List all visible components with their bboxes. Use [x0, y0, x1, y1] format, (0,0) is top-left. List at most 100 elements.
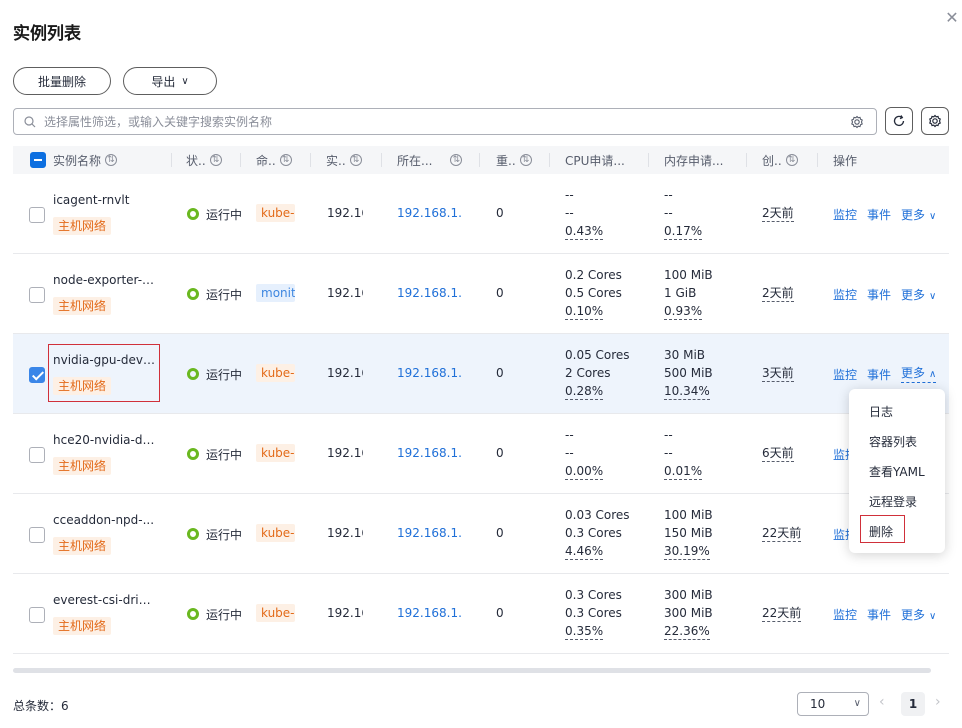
col-namespace[interactable]: 命.. ⇅ — [256, 146, 292, 174]
col-restarts[interactable]: 重.. ⇅ — [496, 146, 532, 174]
status-text: 运行中 — [206, 368, 243, 382]
memory-limit: -- — [664, 446, 673, 460]
col-cpu[interactable]: CPU申请... — [565, 146, 625, 174]
status-running-icon — [187, 608, 199, 620]
col-status[interactable]: 状.. ⇅ — [186, 146, 222, 174]
menu-item-view-yaml[interactable]: 查看YAML — [869, 463, 925, 480]
memory-usage: 0.17% — [664, 224, 703, 240]
menu-item-containers[interactable]: 容器列表 — [869, 433, 917, 450]
col-node[interactable]: 所在... ⇅ — [397, 146, 463, 174]
close-icon[interactable]: ✕ — [944, 10, 960, 26]
col-name[interactable]: 实例名称 ⇅ — [53, 146, 118, 174]
sort-icon[interactable]: ⇅ — [785, 154, 798, 166]
instance-name: nvidia-gpu-devic... — [53, 353, 155, 367]
gear-icon[interactable] — [850, 115, 864, 129]
row-checkbox[interactable] — [29, 447, 45, 463]
cpu-request: 0.2 Cores — [565, 268, 622, 282]
menu-item-delete[interactable]: 删除 — [869, 523, 893, 540]
event-link[interactable]: 事件 — [867, 286, 891, 303]
cpu-limit: 0.3 Cores — [565, 606, 622, 620]
col-ip[interactable]: 实.. ⇅ — [326, 146, 362, 174]
namespace-tag: kube-system — [256, 524, 295, 542]
memory-request: 100 MiB — [664, 268, 713, 282]
more-link[interactable]: 更多 ∨ — [901, 286, 936, 303]
chevron-down-icon: ∨ — [929, 611, 937, 622]
restart-count: 0 — [496, 446, 504, 460]
restart-count: 0 — [496, 206, 504, 220]
horizontal-scrollbar[interactable] — [13, 668, 931, 673]
batch-delete-button[interactable]: 批量删除 — [13, 67, 111, 95]
instance-ip: 192.168.1.19 — [327, 446, 363, 460]
monitor-link[interactable]: 监控 — [833, 286, 857, 303]
restart-count: 0 — [496, 526, 504, 540]
node-link[interactable]: 192.168.1.19 — [397, 606, 463, 620]
more-link[interactable]: 更多 ∨ — [901, 206, 936, 223]
col-created[interactable]: 创.. ⇅ — [762, 146, 798, 174]
export-label: 导出 — [151, 74, 176, 89]
menu-item-remote-login[interactable]: 远程登录 — [869, 493, 917, 510]
node-link[interactable]: 192.168.1.19 — [397, 286, 463, 300]
table-header: 实例名称 ⇅ 状.. ⇅ 命.. ⇅ 实.. ⇅ 所在... ⇅ 重.. ⇅ CPU申请..… — [13, 146, 949, 174]
monitor-link[interactable]: 监控 — [833, 206, 857, 223]
prev-page-icon[interactable]: ‹ — [879, 694, 885, 710]
sort-icon[interactable]: ⇅ — [349, 154, 362, 166]
cpu-usage: 0.28% — [565, 384, 604, 400]
settings-button[interactable] — [921, 107, 949, 135]
node-link[interactable]: 192.168.1.19 — [397, 366, 463, 380]
cpu-usage: 0.35% — [565, 624, 604, 640]
refresh-button[interactable] — [885, 107, 913, 135]
table-row[interactable]: cceaddon-npd-... 主机网络 运行中 kube-system 192.16… — [13, 494, 949, 574]
menu-item-logs[interactable]: 日志 — [869, 403, 893, 420]
event-link[interactable]: 事件 — [867, 366, 891, 383]
col-memory[interactable]: 内存申请... — [664, 146, 723, 174]
event-link[interactable]: 事件 — [867, 606, 891, 623]
row-checkbox[interactable] — [29, 287, 45, 303]
sort-icon[interactable]: ⇅ — [519, 154, 532, 166]
memory-request: -- — [664, 428, 673, 442]
page-size-select[interactable]: 10 ∨ — [797, 692, 869, 716]
chevron-down-icon: ∨ — [929, 211, 937, 222]
sort-icon[interactable]: ⇅ — [450, 154, 463, 166]
table-row[interactable]: nvidia-gpu-devic... 主机网络 运行中 kube-system 192… — [13, 334, 949, 414]
more-link[interactable]: 更多 ∨ — [901, 606, 936, 623]
next-page-icon[interactable]: › — [935, 694, 941, 710]
memory-request: 300 MiB — [664, 588, 713, 602]
sort-icon[interactable]: ⇅ — [105, 154, 118, 166]
created-time: 3天前 — [762, 366, 794, 382]
node-link[interactable]: 192.168.1.19 — [397, 446, 463, 460]
more-link[interactable]: 更多 ∧ — [901, 366, 937, 383]
page-title: 实例列表 — [13, 24, 81, 44]
table-row[interactable]: everest-csi-drive... 主机网络 运行中 kube-system 19… — [13, 574, 949, 654]
created-time: 2天前 — [762, 286, 794, 302]
cpu-limit: 0.3 Cores — [565, 526, 622, 540]
row-checkbox[interactable] — [29, 207, 45, 223]
row-checkbox[interactable] — [29, 527, 45, 543]
row-checkbox[interactable] — [29, 367, 45, 383]
node-link[interactable]: 192.168.1.19 — [397, 206, 463, 220]
chevron-down-icon: ∨ — [853, 698, 861, 709]
memory-usage: 10.34% — [664, 384, 710, 400]
table-row[interactable]: icagent-rnvlt 主机网络 运行中 kube-system 192.168.1… — [13, 174, 949, 254]
namespace-tag: monitoring — [256, 284, 295, 302]
row-checkbox[interactable] — [29, 607, 45, 623]
memory-usage: 0.93% — [664, 304, 703, 320]
current-page[interactable]: 1 — [901, 692, 925, 716]
filter-icon[interactable]: ⇅ — [279, 154, 292, 166]
table-row[interactable]: node-exporter-d... 主机网络 运行中 monitoring 192.1… — [13, 254, 949, 334]
status-text: 运行中 — [206, 448, 243, 462]
search-bar[interactable] — [13, 108, 877, 135]
node-link[interactable]: 192.168.1.19 — [397, 526, 463, 540]
col-actions: 操作 — [833, 153, 858, 168]
memory-usage: 0.01% — [664, 464, 703, 480]
search-input[interactable] — [44, 114, 824, 129]
total-count: 总条数：6 — [13, 699, 69, 713]
table-row[interactable]: hce20-nvidia-dri... 主机网络 运行中 kube-system 192… — [13, 414, 949, 494]
export-button[interactable]: 导出 ∨ — [123, 67, 217, 95]
event-link[interactable]: 事件 — [867, 206, 891, 223]
memory-limit: 500 MiB — [664, 366, 713, 380]
monitor-link[interactable]: 监控 — [833, 366, 857, 383]
monitor-link[interactable]: 监控 — [833, 606, 857, 623]
filter-icon[interactable]: ⇅ — [209, 154, 222, 166]
select-all-checkbox[interactable] — [30, 152, 46, 168]
chevron-down-icon: ∨ — [929, 291, 937, 302]
